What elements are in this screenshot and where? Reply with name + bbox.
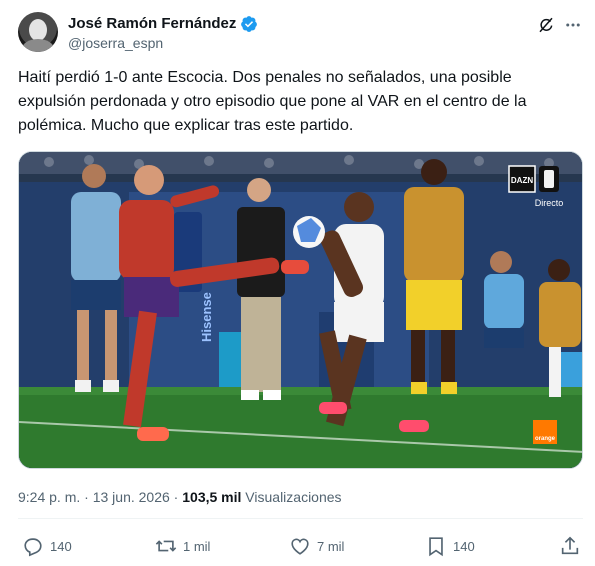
repost-button[interactable]: 1 mil xyxy=(155,532,210,560)
football-match-scene: Hisense DAZN Directo orange xyxy=(19,152,582,468)
tweet-time[interactable]: 9:24 p. m. xyxy=(18,489,80,505)
share-button[interactable] xyxy=(559,532,581,560)
reply-button[interactable]: 140 xyxy=(22,532,72,560)
tweet-meta: 9:24 p. m. · 13 jun. 2026 · 103,5 mil Vi… xyxy=(18,487,342,507)
tweet-media-image[interactable]: Hisense DAZN Directo orange xyxy=(18,151,583,469)
verified-badge-icon xyxy=(241,15,258,32)
broadcaster-status: Directo xyxy=(535,198,564,208)
divider xyxy=(18,518,583,519)
heart-icon xyxy=(291,538,309,555)
bookmark-button[interactable]: 140 xyxy=(425,532,475,560)
tweet-header: José Ramón Fernández @joserra_espn xyxy=(18,12,583,56)
avatar[interactable] xyxy=(18,12,58,52)
reply-count: 140 xyxy=(50,538,72,554)
views-count: 103,5 mil xyxy=(182,489,242,505)
meta-separator: · xyxy=(80,489,93,505)
repost-icon xyxy=(155,540,177,552)
sponsor-badge-text: orange xyxy=(535,436,556,442)
share-icon xyxy=(561,536,579,555)
sponsor-badge: orange xyxy=(533,420,557,444)
meta-separator-2: · xyxy=(169,489,183,505)
football xyxy=(293,216,325,248)
like-button[interactable]: 7 mil xyxy=(289,532,344,560)
avatar-body xyxy=(22,39,54,52)
like-count: 7 mil xyxy=(317,538,345,554)
official-black xyxy=(237,178,285,400)
repost-count: 1 mil xyxy=(183,538,211,554)
tweet-text: Haití perdió 1-0 ante Escocia. Dos penal… xyxy=(18,69,527,134)
author-name-row[interactable]: José Ramón Fernández xyxy=(68,14,258,33)
action-bar: 140 1 mil 7 mil 140 xyxy=(18,532,583,560)
tweet-date[interactable]: 13 jun. 2026 xyxy=(93,489,170,505)
reply-icon xyxy=(24,538,42,557)
bookmark-count: 140 xyxy=(453,538,475,554)
broadcaster-logo-text: DAZN xyxy=(511,176,533,185)
avatar-face xyxy=(29,19,47,41)
author-block: José Ramón Fernández @joserra_espn xyxy=(68,14,258,53)
author-display-name[interactable]: José Ramón Fernández xyxy=(68,14,236,33)
views-label: Visualizaciones xyxy=(245,489,342,505)
grok-icon[interactable] xyxy=(537,16,555,34)
more-icon[interactable] xyxy=(563,16,583,34)
author-handle[interactable]: @joserra_espn xyxy=(68,33,258,53)
board-text: Hisense xyxy=(199,292,214,342)
bookmark-icon xyxy=(429,537,443,557)
